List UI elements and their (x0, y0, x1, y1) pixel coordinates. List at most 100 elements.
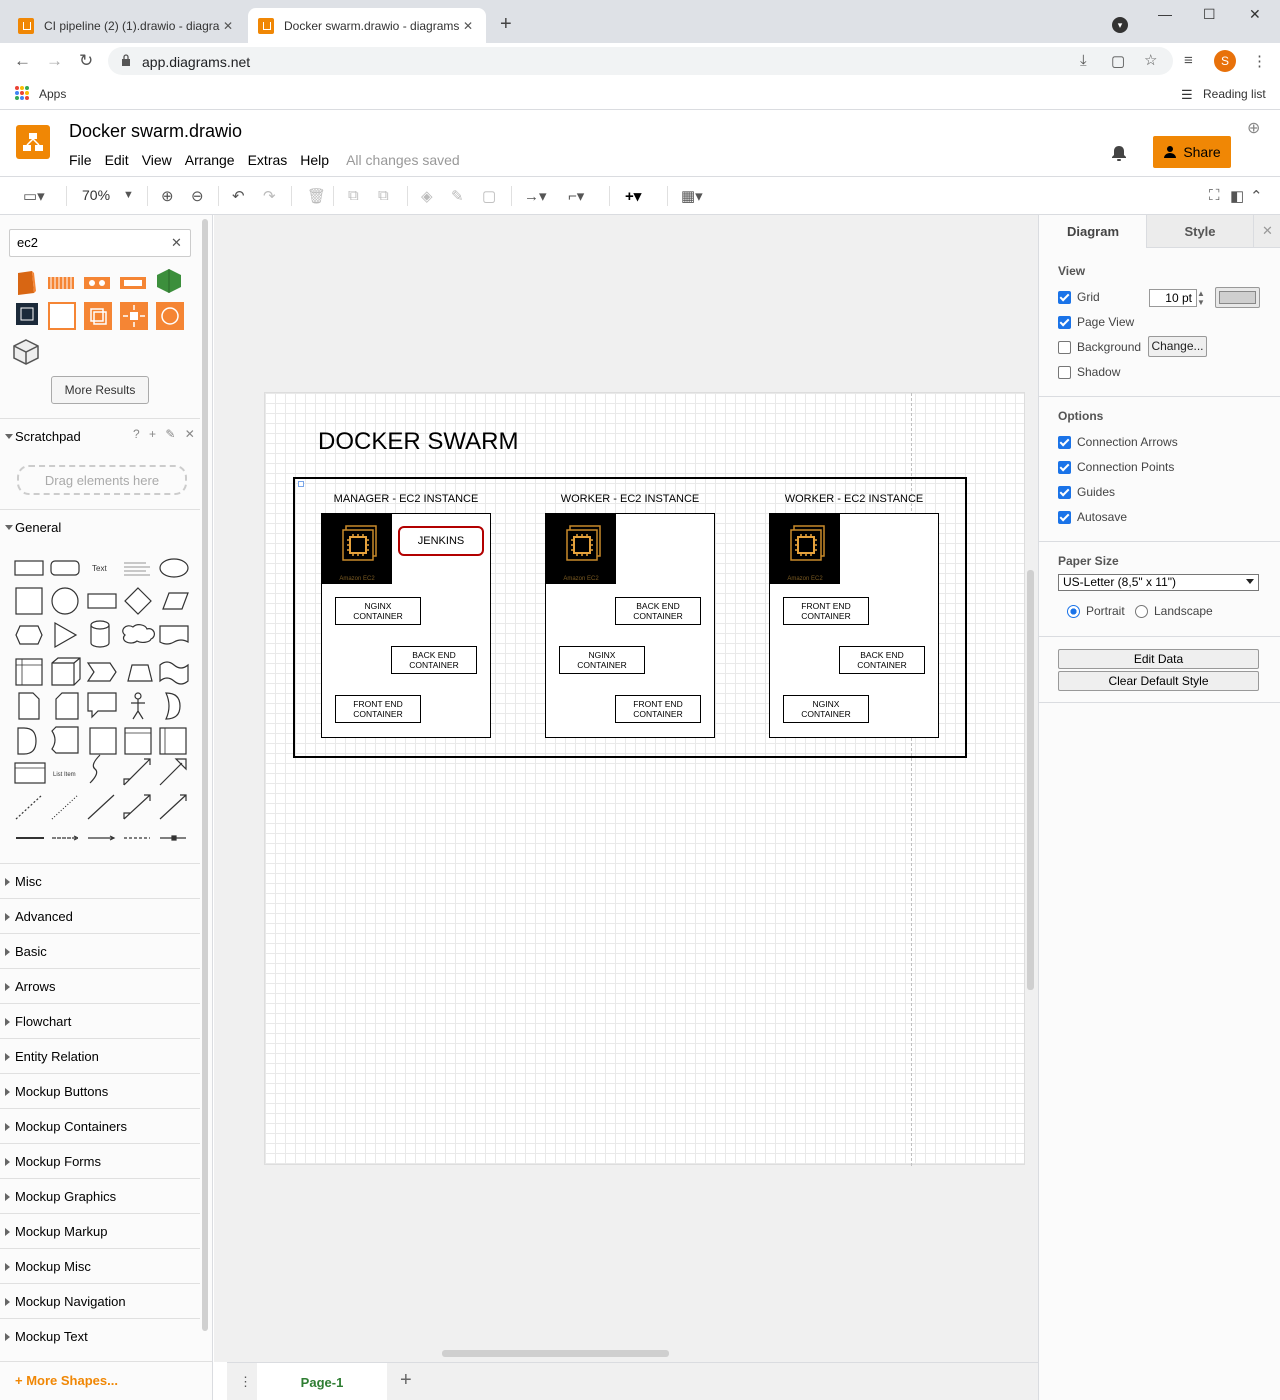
landscape-radio[interactable]: Landscape (1135, 604, 1213, 618)
zoom-out-icon[interactable]: ⊖ (191, 187, 204, 205)
jenkins-node[interactable]: JENKINS (398, 526, 484, 556)
sidebar-section-flowchart[interactable]: Flowchart (0, 1003, 200, 1037)
worker-instance-label[interactable]: WORKER - EC2 INSTANCE (769, 493, 939, 505)
scratchpad-tools-icon[interactable]: ? + ✎ ✕ (133, 427, 198, 441)
format-panel-icon[interactable]: ◧ (1230, 187, 1244, 205)
sidebar-section-mockup-graphics[interactable]: Mockup Graphics (0, 1178, 200, 1212)
sidebar-section-entity-relation[interactable]: Entity Relation (0, 1038, 200, 1072)
avatar[interactable]: S (1214, 50, 1236, 72)
ec2-container-shape-icon[interactable] (83, 269, 111, 297)
maximize-icon[interactable]: ☐ (1203, 6, 1216, 23)
sidebar-section-mockup-misc[interactable]: Mockup Misc (0, 1248, 200, 1282)
diagram-canvas[interactable]: DOCKER SWARM MANAGER - EC2 INSTANCE Amaz… (214, 215, 1038, 1362)
sidebar-section-mockup-navigation[interactable]: Mockup Navigation (0, 1283, 200, 1317)
pages-menu-icon[interactable]: ⋮ (239, 1374, 252, 1390)
shadow-icon[interactable]: ▢ (482, 187, 496, 205)
shadow-checkbox[interactable]: Shadow (1058, 365, 1120, 379)
edit-data-button[interactable]: Edit Data (1058, 649, 1259, 669)
page-view-checkbox[interactable]: Page View (1058, 315, 1134, 329)
sidebar-section-mockup-containers[interactable]: Mockup Containers (0, 1108, 200, 1142)
browser-menu-icon[interactable]: ⋮ (1252, 52, 1267, 70)
connection-points-checkbox[interactable]: Connection Points (1058, 460, 1174, 474)
background-checkbox[interactable]: Background (1058, 340, 1141, 354)
close-tab-icon[interactable]: ✕ (460, 19, 476, 33)
grid-color-button[interactable] (1215, 287, 1260, 308)
panel-layout-icon[interactable]: ▭▾ (23, 187, 45, 205)
fill-color-icon[interactable]: ◈ (421, 187, 433, 205)
selection-handle[interactable] (298, 481, 304, 487)
menu-arrange[interactable]: Arrange (185, 152, 235, 168)
connection-style-icon[interactable]: →▾ (524, 187, 547, 205)
page-action-icon[interactable]: ▢ (1111, 52, 1125, 70)
amazon-ec2-icon[interactable]: Amazon EC2 (770, 514, 840, 584)
scratchpad-drop-zone[interactable]: Drag elements here (17, 465, 187, 495)
ec2-scale-shape-icon[interactable] (120, 302, 148, 330)
language-globe-icon[interactable]: ⊕ (1247, 118, 1260, 138)
search-input[interactable]: ec2 (9, 229, 191, 257)
sidebar-scrollbar[interactable] (202, 219, 208, 1331)
container-node[interactable]: NGINX CONTAINER (783, 695, 869, 723)
container-node[interactable]: BACK END CONTAINER (391, 646, 477, 674)
new-tab-icon[interactable]: + (500, 13, 512, 36)
ec2-ami-shape-icon[interactable] (156, 302, 184, 330)
media-queue-icon[interactable]: ≡ (1184, 52, 1193, 69)
container-node[interactable]: FRONT END CONTAINER (783, 597, 869, 625)
paper-size-select[interactable]: US-Letter (8,5" x 11") (1058, 574, 1259, 591)
zoom-level[interactable]: 70% (82, 187, 110, 203)
container-node[interactable]: NGINX CONTAINER (559, 646, 645, 674)
sidebar-section-mockup-markup[interactable]: Mockup Markup (0, 1213, 200, 1247)
container-node[interactable]: BACK END CONTAINER (839, 646, 925, 674)
container-node[interactable]: BACK END CONTAINER (615, 597, 701, 625)
sidebar-section-mockup-text[interactable]: Mockup Text (0, 1318, 200, 1352)
ec2-auto-scaling-shape-icon[interactable] (84, 302, 112, 330)
minimize-icon[interactable]: — (1158, 6, 1172, 22)
amazon-ec2-shape-icon[interactable] (16, 303, 38, 325)
notification-bell-icon[interactable] (1110, 144, 1128, 162)
clear-default-style-button[interactable]: Clear Default Style (1058, 671, 1259, 691)
tab-style[interactable]: Style (1146, 215, 1253, 248)
bookmark-star-icon[interactable]: ☆ (1144, 51, 1157, 69)
more-shapes-button[interactable]: + More Shapes... (0, 1361, 212, 1400)
canvas-horizontal-scrollbar[interactable] (442, 1350, 669, 1357)
share-button[interactable]: Share (1153, 136, 1231, 168)
container-node[interactable]: FRONT END CONTAINER (615, 695, 701, 723)
undo-icon[interactable]: ↶ (232, 187, 245, 205)
waypoints-icon[interactable]: ⌐▾ (568, 187, 584, 205)
menu-help[interactable]: Help (300, 152, 329, 168)
manager-instance-label[interactable]: MANAGER - EC2 INSTANCE (321, 493, 491, 505)
document-title[interactable]: Docker swarm.drawio (69, 121, 242, 142)
change-background-button[interactable]: Change... (1148, 336, 1207, 357)
guides-checkbox[interactable]: Guides (1058, 485, 1115, 499)
table-icon[interactable]: ▦▾ (681, 187, 703, 205)
to-front-icon[interactable]: ⧉ (348, 187, 359, 204)
close-window-icon[interactable]: ✕ (1249, 6, 1261, 23)
browser-tab-ci-pipeline[interactable]: CI pipeline (2) (1).drawio - diagra ✕ (8, 8, 246, 43)
forward-icon[interactable]: → (46, 51, 63, 71)
add-page-icon[interactable]: + (400, 1369, 412, 1392)
diagram-title[interactable]: DOCKER SWARM (318, 428, 518, 456)
browser-tab-docker-swarm[interactable]: Docker swarm.drawio - diagrams ✕ (248, 8, 486, 43)
container-node[interactable]: NGINX CONTAINER (335, 597, 421, 625)
delete-icon[interactable]: 🗑 (307, 187, 326, 205)
zoom-in-icon[interactable]: ⊕ (161, 187, 174, 205)
ec2-elastic-shape-icon[interactable] (155, 267, 183, 295)
amazon-ec2-icon[interactable]: Amazon EC2 (322, 514, 392, 584)
ec2-window-shape-icon[interactable] (48, 302, 76, 330)
diagram-page[interactable]: DOCKER SWARM MANAGER - EC2 INSTANCE Amaz… (264, 392, 1025, 1166)
to-back-icon[interactable]: ⧉ (378, 187, 389, 204)
general-shapes-palette[interactable]: Text List Item (10, 553, 200, 853)
more-results-button[interactable]: More Results (51, 376, 149, 404)
reading-list[interactable]: Reading list (1203, 87, 1266, 101)
ec2-instances-shape-icon[interactable] (47, 269, 75, 297)
sidebar-section-misc[interactable]: Misc (0, 863, 200, 897)
sidebar-section-basic[interactable]: Basic (0, 933, 200, 967)
portrait-radio[interactable]: Portrait (1067, 604, 1125, 618)
ec2-box-shape-icon[interactable] (12, 337, 40, 365)
sidebar-section-advanced[interactable]: Advanced (0, 898, 200, 932)
menu-view[interactable]: View (142, 152, 172, 168)
line-color-icon[interactable]: ✎ (451, 187, 464, 205)
ec2-instance-shape-icon[interactable] (12, 269, 40, 297)
collapse-icon[interactable]: ⌃ (1250, 187, 1263, 205)
back-icon[interactable]: ← (14, 51, 31, 71)
close-panel-icon[interactable]: ✕ (1253, 215, 1280, 248)
